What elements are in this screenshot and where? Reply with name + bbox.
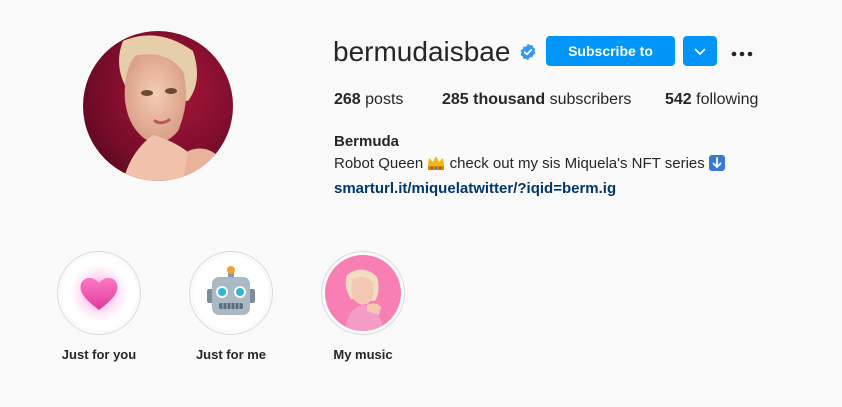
ellipsis-icon (731, 42, 753, 61)
highlight-label: My music (333, 347, 393, 362)
highlight-ring (57, 251, 141, 335)
bio-name: Bermuda (334, 133, 400, 150)
bio-text: Robot Queen check out my sis Miquela's N… (334, 153, 725, 178)
music-cover-photo (325, 255, 401, 331)
subscribers-count: 285 thousand (442, 91, 546, 108)
profile-header: bermudaisbae (333, 36, 537, 68)
highlight-label: Just for you (61, 347, 137, 362)
posts-label: posts (365, 91, 404, 108)
highlight-just-for-you[interactable]: Just for you (57, 251, 141, 362)
highlight-ring (189, 251, 273, 335)
username: bermudaisbae (333, 36, 511, 67)
following-label: following (696, 91, 759, 108)
pink-heart-icon (61, 255, 137, 331)
highlight-just-for-me[interactable]: Just for me (189, 251, 273, 362)
subscribe-button[interactable]: Subscribe to (546, 36, 675, 66)
subscribers-label: subscribers (549, 91, 632, 108)
more-options-button[interactable] (728, 38, 756, 64)
following-count: 542 (665, 91, 692, 108)
bio-text-end: check out my sis Miquela's NFT series (449, 155, 705, 172)
crown-icon (427, 155, 445, 178)
chevron-down-icon (694, 44, 706, 59)
robot-face-icon (193, 255, 269, 331)
following-stat[interactable]: 542 following (665, 91, 758, 109)
profile-avatar[interactable] (83, 31, 233, 181)
profile-bio: Bermuda Robot Queen check out my sis Miq… (334, 131, 725, 200)
bio-text-start: Robot Queen (334, 155, 424, 172)
highlight-label: Just for me (195, 347, 267, 362)
highlight-my-music[interactable]: My music (321, 251, 405, 362)
posts-stat: 268 posts (334, 91, 403, 109)
posts-count: 268 (334, 91, 361, 108)
bio-external-link[interactable]: smarturl.it/miquelatwitter/?iqid=berm.ig (334, 178, 616, 200)
down-arrow-icon (708, 155, 725, 178)
suggestions-dropdown-button[interactable] (683, 36, 717, 66)
subscribers-stat[interactable]: 285 thousand subscribers (442, 91, 631, 109)
highlight-ring (321, 251, 405, 335)
verified-badge-icon (519, 43, 537, 61)
